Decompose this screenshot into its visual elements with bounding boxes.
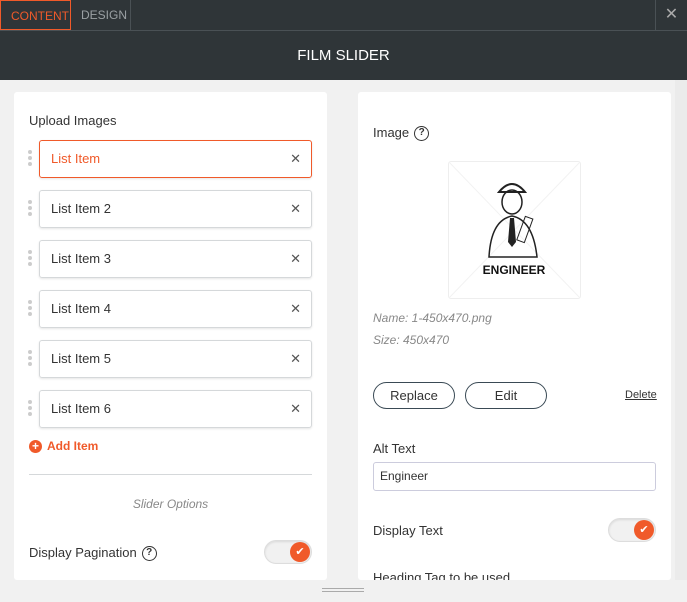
- heading-tag-label: Heading Tag to be used: [373, 570, 511, 580]
- list-item-label: List Item 2: [51, 201, 111, 216]
- alt-text-input[interactable]: Engineer: [373, 462, 656, 491]
- list-item[interactable]: List Item 5 ✕: [39, 340, 312, 378]
- delete-link[interactable]: Delete: [625, 389, 657, 401]
- check-icon: ✔: [290, 542, 310, 562]
- display-pagination-label: Display Pagination: [29, 545, 137, 560]
- display-text-label: Display Text: [373, 523, 443, 538]
- drag-handle-icon[interactable]: [28, 150, 32, 168]
- drag-handle-icon[interactable]: [28, 250, 32, 268]
- plus-icon: +: [29, 439, 42, 453]
- list-item-label: List Item 5: [51, 351, 111, 366]
- remove-icon[interactable]: ✕: [290, 291, 301, 327]
- list-item-label: List Item: [51, 151, 101, 166]
- list-item[interactable]: List Item ✕: [39, 140, 312, 178]
- display-pagination-toggle[interactable]: ✔: [264, 540, 312, 564]
- divider: [29, 474, 312, 475]
- drag-handle-icon[interactable]: [28, 200, 32, 218]
- image-caption: ENGINEER: [483, 263, 546, 277]
- add-item-button[interactable]: + Add Item: [29, 439, 98, 453]
- display-pagination-row: Display Pagination?: [29, 545, 157, 562]
- remove-icon[interactable]: ✕: [290, 141, 301, 177]
- scrollbar[interactable]: [675, 80, 687, 580]
- upload-images-label: Upload Images: [29, 113, 117, 128]
- slider-options-heading: Slider Options: [132, 497, 209, 511]
- edit-button[interactable]: Edit: [465, 382, 547, 409]
- image-size: Size: 450x470: [373, 333, 450, 347]
- list-item[interactable]: List Item 4 ✕: [39, 290, 312, 328]
- list-item[interactable]: List Item 3 ✕: [39, 240, 312, 278]
- replace-button[interactable]: Replace: [373, 382, 455, 409]
- remove-icon[interactable]: ✕: [290, 241, 301, 277]
- display-text-toggle[interactable]: ✔: [608, 518, 656, 542]
- list-item[interactable]: List Item 2 ✕: [39, 190, 312, 228]
- image-label: Image: [373, 125, 410, 140]
- tab-content[interactable]: CONTENT: [0, 0, 71, 30]
- top-tab-bar: CONTENT DESIGN ✕: [0, 0, 687, 31]
- drag-handle-icon[interactable]: [28, 300, 32, 318]
- drag-handle-icon[interactable]: [28, 350, 32, 368]
- resize-handle[interactable]: [322, 588, 364, 592]
- image-label-row: Image?: [373, 125, 430, 142]
- right-panel: Image? ENGINEER Name: 1-450x470.png Size…: [358, 92, 671, 580]
- help-icon[interactable]: ?: [414, 126, 430, 142]
- remove-icon[interactable]: ✕: [290, 191, 301, 227]
- image-thumbnail[interactable]: ENGINEER: [448, 161, 581, 299]
- check-icon: ✔: [634, 520, 654, 540]
- engineer-illustration: ENGINEER: [448, 161, 581, 299]
- list-item-label: List Item 3: [51, 251, 111, 266]
- list-item[interactable]: List Item 6 ✕: [39, 390, 312, 428]
- remove-icon[interactable]: ✕: [290, 341, 301, 377]
- image-name: Name: 1-450x470.png: [373, 311, 492, 325]
- list-item-label: List Item 6: [51, 401, 111, 416]
- left-panel: Upload Images List Item ✕ List Item 2 ✕ List…: [14, 92, 327, 580]
- close-icon[interactable]: ✕: [655, 0, 687, 30]
- page-title: FILM SLIDER: [0, 31, 687, 80]
- remove-icon[interactable]: ✕: [290, 391, 301, 427]
- list-item-label: List Item 4: [51, 301, 111, 316]
- add-item-label: Add Item: [47, 439, 99, 453]
- drag-handle-icon[interactable]: [28, 400, 32, 418]
- alt-text-label: Alt Text: [373, 441, 416, 456]
- tab-design[interactable]: DESIGN: [71, 0, 131, 30]
- help-icon[interactable]: ?: [141, 546, 157, 562]
